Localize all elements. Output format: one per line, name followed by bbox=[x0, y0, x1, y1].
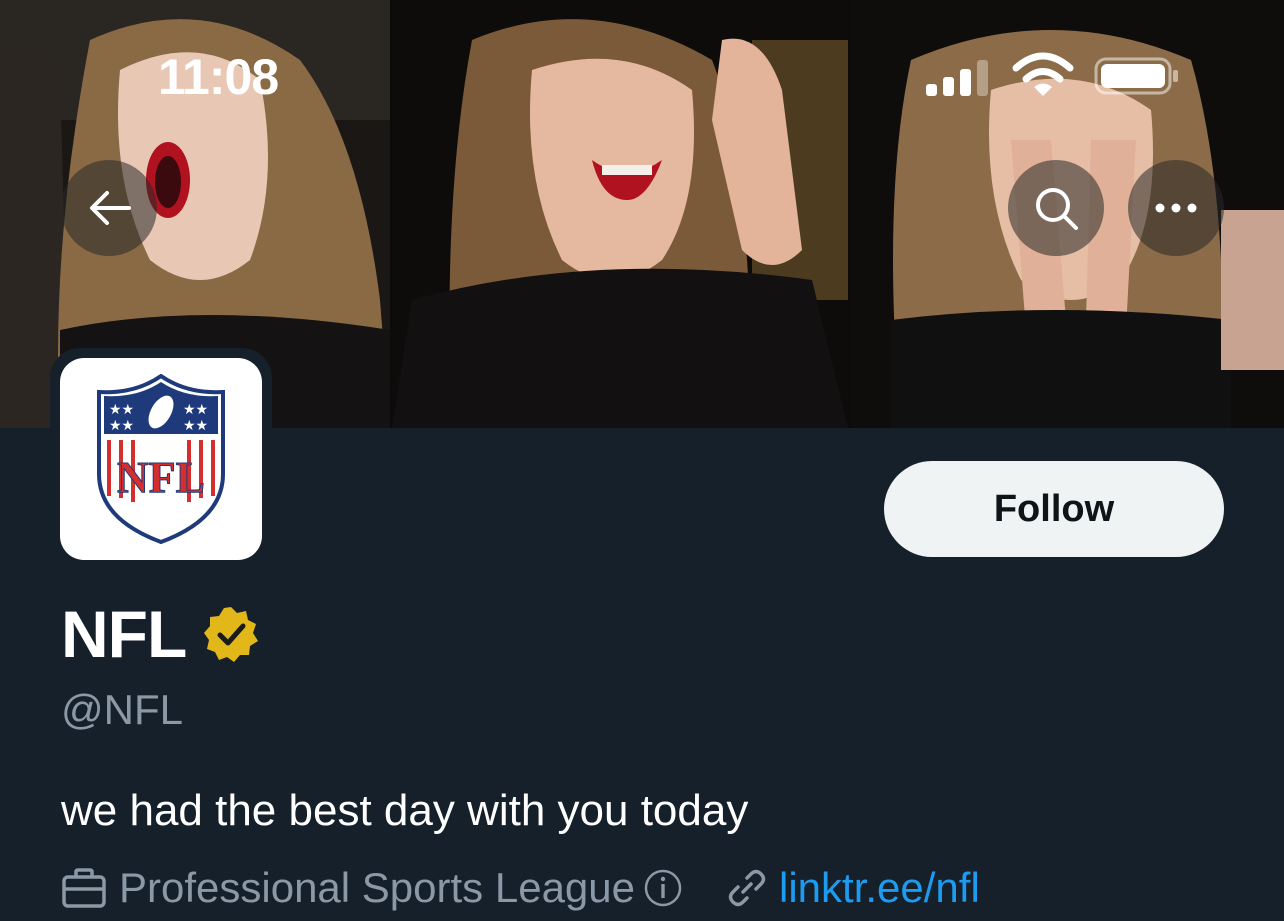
profile-handle: @NFL bbox=[61, 686, 183, 733]
cellular-signal-icon bbox=[926, 60, 988, 96]
profile-display-name: NFL bbox=[61, 597, 187, 671]
nfl-shield-logo: ★★ ★★ ★★ ★★ NFL bbox=[97, 374, 225, 544]
status-bar: 11:08 bbox=[0, 0, 1284, 150]
svg-text:★★: ★★ bbox=[109, 418, 134, 434]
nfl-logo-wordmark: NFL bbox=[117, 453, 205, 502]
follow-button[interactable]: Follow bbox=[884, 461, 1224, 557]
back-button[interactable] bbox=[61, 160, 157, 256]
profile-avatar[interactable]: ★★ ★★ ★★ ★★ NFL bbox=[50, 348, 272, 570]
svg-text:★★: ★★ bbox=[183, 418, 208, 434]
svg-text:★★: ★★ bbox=[109, 402, 134, 418]
search-icon bbox=[1036, 188, 1078, 230]
more-options-button[interactable] bbox=[1128, 160, 1224, 256]
profile-website-link[interactable]: linktr.ee/nfl bbox=[779, 864, 980, 912]
search-button[interactable] bbox=[1008, 160, 1104, 256]
briefcase-icon bbox=[62, 868, 106, 908]
more-horizontal-icon bbox=[1155, 203, 1197, 213]
profile-name-row: NFL bbox=[61, 596, 260, 672]
link-icon bbox=[728, 869, 766, 907]
profile-category: Professional Sports League bbox=[119, 864, 635, 911]
profile-meta-row: Professional Sports League linktr.ee/nfl bbox=[61, 864, 980, 912]
status-time: 11:08 bbox=[158, 49, 279, 105]
battery-icon bbox=[1094, 57, 1178, 95]
profile-bio: we had the best day with you today bbox=[61, 786, 749, 835]
gold-verified-icon[interactable] bbox=[202, 605, 260, 663]
info-icon[interactable] bbox=[643, 868, 683, 908]
arrow-left-icon bbox=[90, 191, 131, 225]
wifi-icon bbox=[1012, 52, 1074, 96]
svg-text:★★: ★★ bbox=[183, 402, 208, 418]
